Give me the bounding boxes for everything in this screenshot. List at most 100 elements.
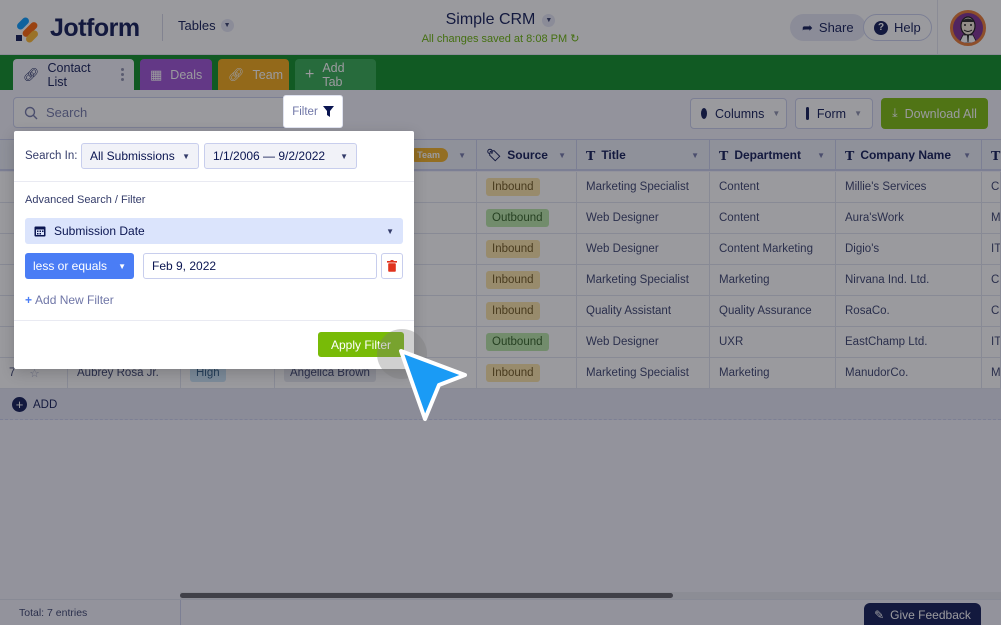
source-cell[interactable]: Inbound <box>477 172 577 202</box>
cell-text: Marketing Specialist <box>586 274 689 286</box>
tab-team[interactable]: 🔗︎ Team <box>218 59 289 90</box>
title-cell[interactable]: Web Designer <box>577 234 710 264</box>
chevron-down-icon[interactable]: ▼ <box>542 13 556 27</box>
next-cell[interactable]: Cu <box>982 265 1001 295</box>
title-cell[interactable]: Web Designer <box>577 203 710 233</box>
document-title-text[interactable]: Simple CRM <box>446 11 536 29</box>
company-cell[interactable]: EastChamp Ltd. <box>836 327 982 357</box>
cell-text: Marketing <box>719 274 770 286</box>
text-type-icon: T <box>991 147 1001 163</box>
filter-field-select[interactable]: Submission Date ▼ <box>25 218 403 244</box>
share-button[interactable]: ➦ Share <box>790 14 866 41</box>
horizontal-scrollbar[interactable] <box>180 592 1001 599</box>
feedback-label: Give Feedback <box>890 608 971 622</box>
chevron-down-icon[interactable]: ▼ <box>458 151 466 160</box>
filter-value-input[interactable] <box>143 253 377 279</box>
department-cell[interactable]: Content <box>710 172 836 202</box>
company-cell[interactable]: Millie's Services <box>836 172 982 202</box>
search-in-select[interactable]: All Submissions ▼ <box>81 143 199 169</box>
save-status-text: All changes saved at 8:08 PM <box>421 33 568 45</box>
cell-text: Millie's Services <box>845 181 927 193</box>
next-cell[interactable]: Cu <box>982 296 1001 326</box>
team-link-chip: Team <box>409 148 448 162</box>
tab-deals[interactable]: ▦ Deals <box>140 59 212 90</box>
help-button[interactable]: ? Help <box>863 14 932 41</box>
title-cell[interactable]: Marketing Specialist <box>577 265 710 295</box>
eye-icon <box>701 108 707 119</box>
next-cell[interactable]: IT <box>982 327 1001 357</box>
table-tabs: 🔗︎ Contact List ▦ Deals 🔗︎ Team + Add Ta… <box>0 55 1001 90</box>
search-input[interactable] <box>46 105 276 120</box>
department-cell[interactable]: Marketing <box>710 265 836 295</box>
company-cell[interactable]: Digio's <box>836 234 982 264</box>
department-cell[interactable]: Marketing <box>710 358 836 388</box>
cell-text: Marketing Specialist <box>586 367 689 379</box>
department-cell[interactable]: Content <box>710 203 836 233</box>
cell-text: M <box>991 212 1001 224</box>
tab-options-icon[interactable] <box>121 68 124 81</box>
chevron-down-icon[interactable]: ▼ <box>817 151 825 160</box>
operator-select[interactable]: less or equals ▼ <box>25 253 134 279</box>
cell-text: Marketing Specialist <box>586 181 689 193</box>
filter-popup: Search In: All Submissions ▼ 1/1/2006 — … <box>14 131 414 369</box>
title-cell[interactable]: Web Designer <box>577 327 710 357</box>
plus-circle-icon: + <box>12 397 27 412</box>
source-cell[interactable]: Inbound <box>477 265 577 295</box>
give-feedback-button[interactable]: ✎ Give Feedback <box>864 603 981 625</box>
source-cell[interactable]: Inbound <box>477 296 577 326</box>
company-cell[interactable]: ManudorCo. <box>836 358 982 388</box>
download-all-button[interactable]: ⤓ Download All <box>881 98 988 129</box>
column-header-company-name[interactable]: T Company Name ▼ <box>836 140 982 170</box>
tab-label: Deals <box>170 67 203 82</box>
company-cell[interactable]: Aura'sWork <box>836 203 982 233</box>
trash-icon <box>387 260 397 272</box>
tab-contact-list[interactable]: 🔗︎ Contact List <box>13 59 134 90</box>
add-row-button[interactable]: + ADD <box>12 397 57 412</box>
department-cell[interactable]: Quality Assurance <box>710 296 836 326</box>
next-cell[interactable]: Cu <box>982 172 1001 202</box>
source-cell[interactable]: Inbound <box>477 358 577 388</box>
delete-filter-button[interactable] <box>381 253 403 279</box>
calendar-icon <box>34 226 46 237</box>
form-label: Form <box>816 106 847 121</box>
source-cell[interactable]: Inbound <box>477 234 577 264</box>
next-cell[interactable]: M <box>982 358 1001 388</box>
source-tag: Inbound <box>486 271 540 289</box>
chevron-down-icon[interactable]: ▼ <box>963 151 971 160</box>
user-avatar[interactable] <box>950 10 986 46</box>
column-header-source[interactable]: 🏷︎ Source ▼ <box>477 140 577 170</box>
title-cell[interactable]: Marketing Specialist <box>577 358 710 388</box>
refresh-icon: ↻ <box>570 33 580 45</box>
department-cell[interactable]: Content Marketing <box>710 234 836 264</box>
company-cell[interactable]: Nirvana Ind. Ltd. <box>836 265 982 295</box>
chevron-down-icon[interactable]: ▼ <box>691 151 699 160</box>
form-button[interactable]: Form ▼ <box>795 98 873 129</box>
filter-button[interactable]: Filter <box>283 95 343 128</box>
share-arrow-icon: ➦ <box>802 19 813 35</box>
text-type-icon: T <box>586 147 596 163</box>
column-header-title[interactable]: T Title ▼ <box>577 140 710 170</box>
header-divider <box>937 0 938 55</box>
add-new-filter-link[interactable]: + Add New Filter <box>25 293 114 307</box>
title-cell[interactable]: Quality Assistant <box>577 296 710 326</box>
cell-text: Content Marketing <box>719 243 813 255</box>
tag-icon: 🏷︎ <box>486 148 502 162</box>
company-cell[interactable]: RosaCo. <box>836 296 982 326</box>
date-range-select[interactable]: 1/1/2006 — 9/2/2022 ▼ <box>204 143 357 169</box>
chevron-down-icon: ▼ <box>854 109 862 118</box>
scrollbar-thumb[interactable] <box>180 593 673 598</box>
columns-button[interactable]: Columns ▼ <box>690 98 787 129</box>
chevron-down-icon[interactable]: ▼ <box>558 151 566 160</box>
cell-text: Web Designer <box>586 336 659 348</box>
column-header-department[interactable]: T Department ▼ <box>710 140 836 170</box>
title-cell[interactable]: Marketing Specialist <box>577 172 710 202</box>
source-cell[interactable]: Outbound <box>477 327 577 357</box>
next-cell[interactable]: IT <box>982 234 1001 264</box>
link-icon: 🔗︎ <box>23 66 40 82</box>
source-cell[interactable]: Outbound <box>477 203 577 233</box>
add-tab-button[interactable]: + Add Tab <box>295 59 376 90</box>
column-header-next[interactable]: T <box>982 140 1001 170</box>
chevron-down-icon: ▼ <box>772 109 781 118</box>
department-cell[interactable]: UXR <box>710 327 836 357</box>
next-cell[interactable]: M <box>982 203 1001 233</box>
